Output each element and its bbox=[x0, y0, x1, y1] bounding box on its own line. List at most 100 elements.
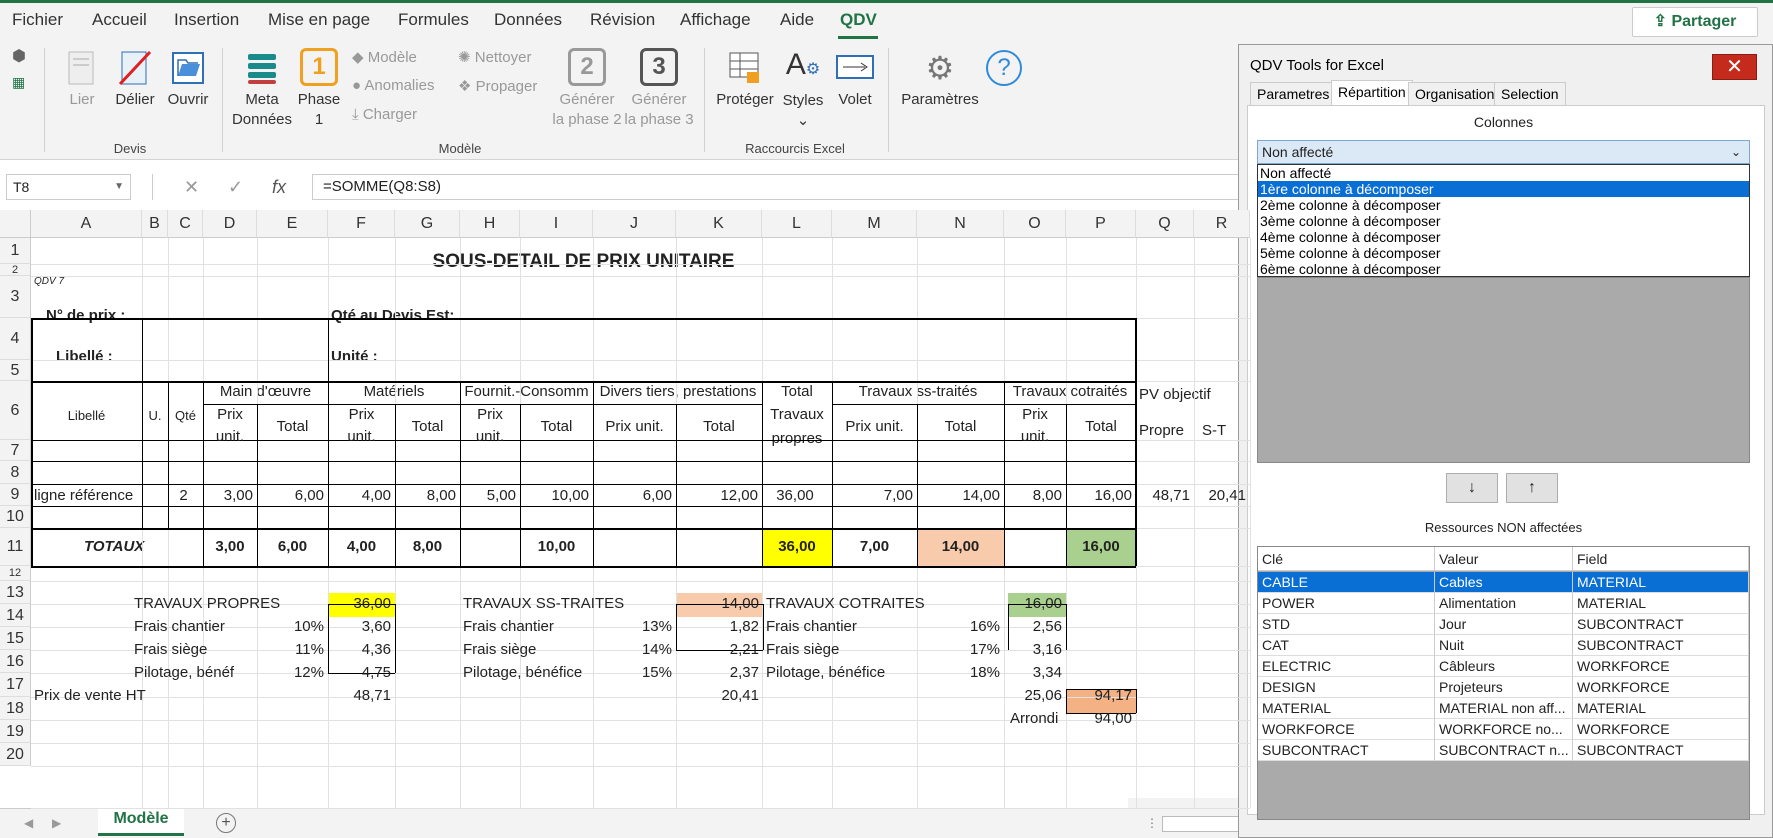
pb2-label[interactable]: Pilotage, bénéfice bbox=[463, 662, 582, 684]
cell-r8-12[interactable]: 14,00 bbox=[917, 485, 1000, 507]
row-header-8[interactable]: 8 bbox=[0, 461, 31, 484]
column-header-I[interactable]: I bbox=[520, 210, 593, 238]
column-header-K[interactable]: K bbox=[676, 210, 762, 238]
cell-r8-7[interactable]: 10,00 bbox=[520, 485, 589, 507]
fx-icon[interactable]: fx bbox=[272, 177, 286, 198]
column-header-H[interactable]: H bbox=[460, 210, 520, 238]
column-header-F[interactable]: F bbox=[328, 210, 395, 238]
fc3-label[interactable]: Frais chantier bbox=[766, 616, 857, 638]
row-header-1[interactable]: 1 bbox=[0, 238, 31, 264]
row-header-15[interactable]: 15 bbox=[0, 627, 31, 650]
modele-button[interactable]: ◆ Modèle bbox=[352, 48, 417, 66]
resource-cell[interactable]: WORKFORCE bbox=[1573, 677, 1749, 698]
resource-cell[interactable]: STD bbox=[1258, 614, 1435, 635]
cell-r10-0[interactable]: 3,00 bbox=[203, 536, 257, 558]
column-header-N[interactable]: N bbox=[917, 210, 1004, 238]
menu-mise-en-page[interactable]: Mise en page bbox=[268, 10, 370, 30]
resource-cell[interactable]: MATERIAL bbox=[1258, 698, 1435, 719]
column-header-B[interactable]: B bbox=[142, 210, 168, 238]
pb-value[interactable]: 4,75 bbox=[328, 662, 391, 684]
fs2-label[interactable]: Frais siège bbox=[463, 639, 536, 661]
move-down-button[interactable]: ↓ bbox=[1446, 473, 1498, 503]
column-header-D[interactable]: D bbox=[203, 210, 257, 238]
row-header-5[interactable]: 5 bbox=[0, 360, 31, 381]
cell-r8-4[interactable]: 4,00 bbox=[328, 485, 391, 507]
delier-button[interactable]: Délier bbox=[110, 50, 160, 110]
meta-donnees-button[interactable]: Meta Données bbox=[230, 50, 294, 130]
row-header-18[interactable]: 18 bbox=[0, 697, 31, 720]
sst-value[interactable]: 14,00 bbox=[676, 593, 759, 615]
fs2-pct[interactable]: 14% bbox=[593, 639, 672, 661]
column-header-M[interactable]: M bbox=[832, 210, 917, 238]
resource-cell[interactable]: Nuit bbox=[1435, 635, 1573, 656]
styles-button[interactable]: A⚙ Styles ⌄ bbox=[778, 48, 828, 131]
cell-r10-4[interactable]: 10,00 bbox=[520, 536, 593, 558]
fc2-label[interactable]: Frais chantier bbox=[463, 616, 554, 638]
pb3-value[interactable]: 3,34 bbox=[1008, 662, 1062, 684]
resource-cell[interactable]: Câbleurs bbox=[1435, 656, 1573, 677]
pv-label[interactable]: Prix de vente HT bbox=[34, 685, 146, 707]
tab-organisation[interactable]: Organisation bbox=[1408, 82, 1502, 106]
menu-fichier[interactable]: Fichier bbox=[12, 10, 63, 30]
fc-value[interactable]: 3,60 bbox=[328, 616, 391, 638]
column-header-J[interactable]: J bbox=[593, 210, 676, 238]
arrondi-value[interactable]: 94,00 bbox=[1066, 708, 1132, 730]
pv-value[interactable]: 48,71 bbox=[328, 685, 391, 707]
cell-r8-2[interactable]: 3,00 bbox=[203, 485, 253, 507]
cell-r8-3[interactable]: 6,00 bbox=[257, 485, 324, 507]
resource-cell[interactable]: SUBCONTRACT bbox=[1573, 635, 1749, 656]
row-header-19[interactable]: 19 bbox=[0, 720, 31, 743]
resource-cell[interactable]: MATERIAL bbox=[1573, 572, 1749, 593]
fs3-value[interactable]: 3,16 bbox=[1008, 639, 1062, 661]
resource-cell[interactable]: Alimentation bbox=[1435, 593, 1573, 614]
excel-small-icon[interactable]: ▦ bbox=[12, 74, 25, 91]
column-header-E[interactable]: E bbox=[257, 210, 328, 238]
add-sheet-icon[interactable]: + bbox=[216, 813, 236, 833]
th-valeur[interactable]: Valeur bbox=[1435, 547, 1573, 571]
row-header-17[interactable]: 17 bbox=[0, 673, 31, 697]
arrondi-label[interactable]: Arrondi bbox=[1010, 708, 1058, 730]
cell-r8-5[interactable]: 8,00 bbox=[395, 485, 456, 507]
resource-cell[interactable]: MATERIAL non aff... bbox=[1435, 698, 1573, 719]
pb3-label[interactable]: Pilotage, bénéfice bbox=[766, 662, 885, 684]
column-header-L[interactable]: L bbox=[762, 210, 832, 238]
volet-button[interactable]: Volet bbox=[830, 50, 880, 110]
fc2-value[interactable]: 1,82 bbox=[676, 616, 759, 638]
resource-cell[interactable]: MATERIAL bbox=[1573, 698, 1749, 719]
resource-cell[interactable]: DESIGN bbox=[1258, 677, 1435, 698]
generer-phase3-button[interactable]: 3 Générer la phase 3 bbox=[622, 48, 696, 130]
resource-cell[interactable]: CABLE bbox=[1258, 572, 1435, 593]
help-icon[interactable]: ? bbox=[986, 50, 1022, 86]
cell-r8-0[interactable]: ligne référence bbox=[34, 485, 133, 507]
cube-icon[interactable]: ⬢ bbox=[12, 46, 26, 66]
th-cle[interactable]: Clé bbox=[1258, 547, 1435, 571]
resource-cell[interactable]: WORKFORCE no... bbox=[1435, 719, 1573, 740]
cell-r8-15[interactable]: 48,71 bbox=[1136, 485, 1190, 507]
parametres-button[interactable]: ⚙ Paramètres bbox=[898, 50, 982, 110]
menu-donnees[interactable]: Données bbox=[494, 10, 562, 30]
tp-label[interactable]: TRAVAUX PROPRES bbox=[134, 593, 280, 615]
resource-cell[interactable]: SUBCONTRACT bbox=[1573, 614, 1749, 635]
dropdown-option[interactable]: 6ème colonne à décomposer bbox=[1258, 261, 1749, 277]
anomalies-button[interactable]: ● Anomalies bbox=[352, 77, 434, 94]
column-header-O[interactable]: O bbox=[1004, 210, 1066, 238]
fc-pct[interactable]: 10% bbox=[257, 616, 324, 638]
fc3-value[interactable]: 2,56 bbox=[1008, 616, 1062, 638]
cell-r10-2[interactable]: 4,00 bbox=[328, 536, 395, 558]
cancel-icon[interactable]: ✕ bbox=[184, 177, 199, 198]
cell-r10-1[interactable]: 6,00 bbox=[257, 536, 328, 558]
propager-button[interactable]: ❖ Propager bbox=[458, 77, 537, 95]
dropdown-option[interactable]: 3ème colonne à décomposer bbox=[1258, 213, 1749, 229]
scroll-more-icon[interactable]: ⋮ bbox=[1146, 816, 1158, 830]
chevron-down-icon[interactable]: ⌄ bbox=[1731, 141, 1741, 163]
pv3-value[interactable]: 25,06 bbox=[1004, 685, 1062, 707]
cell-r8-16[interactable]: 20,41 bbox=[1194, 485, 1246, 507]
colonnes-select[interactable]: Non affecté ⌄ bbox=[1257, 140, 1750, 164]
row-header-10[interactable]: 10 bbox=[0, 506, 31, 528]
resource-cell[interactable]: SUBCONTRACT bbox=[1573, 740, 1749, 761]
row-header-20[interactable]: 20 bbox=[0, 743, 31, 766]
cell-r8-1[interactable]: 2 bbox=[168, 485, 199, 507]
cell-r8-8[interactable]: 6,00 bbox=[593, 485, 672, 507]
menu-affichage[interactable]: Affichage bbox=[680, 10, 751, 30]
fs3-pct[interactable]: 17% bbox=[917, 639, 1000, 661]
